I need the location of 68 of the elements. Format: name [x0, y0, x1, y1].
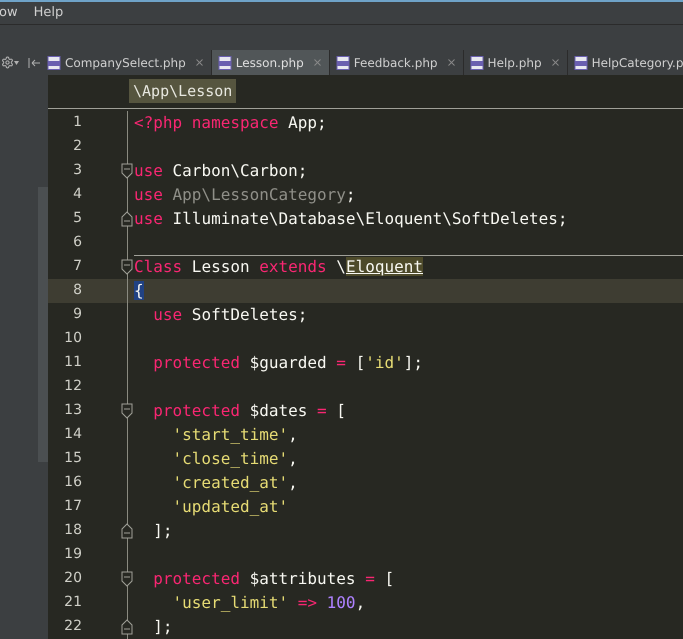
- code-line: 'updated_at': [172, 496, 288, 517]
- editor-tab[interactable]: Lesson.php: [212, 50, 330, 75]
- code-line: protected $guarded = ['id'];: [152, 352, 423, 373]
- line-number: 10: [63, 329, 82, 348]
- code-line: 'user_limit' => 100,: [172, 592, 366, 613]
- line-number: 5: [72, 209, 82, 228]
- line-number: 21: [63, 593, 82, 612]
- line-number: 6: [72, 233, 82, 252]
- php-file-icon: [336, 56, 350, 70]
- php-file-icon: [470, 56, 484, 70]
- menu-item[interactable]: Help: [34, 3, 64, 23]
- php-file-icon: [574, 56, 588, 70]
- code-line: use SoftDeletes;: [152, 304, 308, 325]
- code-line: <?php namespace App;: [134, 112, 327, 133]
- close-icon[interactable]: [446, 57, 457, 68]
- line-number: 18: [63, 521, 82, 540]
- line-number: 22: [63, 617, 82, 636]
- line-number: 12: [63, 377, 82, 396]
- line-number: 3: [72, 161, 82, 180]
- line-number: 16: [63, 473, 82, 492]
- close-icon[interactable]: [550, 57, 561, 68]
- breadcrumb[interactable]: \App\Lesson: [129, 79, 236, 104]
- tab-label: Feedback.php: [354, 54, 438, 72]
- code-line: protected $dates = [: [152, 400, 346, 421]
- tab-label: HelpCategory.p: [592, 54, 683, 72]
- line-number: 13: [63, 401, 82, 420]
- line-number: 2: [72, 137, 82, 156]
- line-number: 4: [72, 185, 82, 204]
- menu-item[interactable]: ow: [0, 3, 18, 23]
- scrollbar-thumb[interactable]: [38, 186, 48, 462]
- close-icon[interactable]: [194, 57, 205, 68]
- line-number: 8: [72, 281, 82, 300]
- line-number: 14: [63, 425, 82, 444]
- line-number: 9: [72, 305, 82, 324]
- tab-label: Lesson.php: [236, 54, 304, 72]
- code-line: 'start_time',: [172, 424, 298, 445]
- code-line: use Illuminate\Database\Eloquent\SoftDeletes;: [134, 208, 568, 229]
- code-line: ];: [152, 616, 173, 637]
- code-line: use Carbon\Carbon;: [134, 160, 308, 181]
- fold-marker-icon[interactable]: [121, 618, 133, 635]
- php-file-icon: [47, 56, 61, 70]
- fold-marker-icon[interactable]: [121, 162, 133, 179]
- tab-label: Help.php: [488, 54, 542, 72]
- line-number: 20: [63, 569, 82, 588]
- fold-marker-icon[interactable]: [121, 570, 133, 587]
- code-line: ];: [152, 520, 173, 541]
- fold-marker-icon[interactable]: [121, 258, 133, 275]
- tab-label: CompanySelect.php: [65, 54, 186, 72]
- editor-tab[interactable]: Feedback.php: [330, 50, 464, 75]
- fold-marker-icon[interactable]: [121, 522, 133, 539]
- line-number: 17: [63, 497, 82, 516]
- code-line: Class Lesson extends \Eloquent: [134, 257, 423, 278]
- collapse-icon[interactable]: [27, 56, 41, 68]
- code-line: 'created_at',: [172, 472, 298, 493]
- code-line: protected $attributes = [: [152, 568, 394, 589]
- line-number: 19: [63, 545, 82, 564]
- code-line: use App\LessonCategory;: [134, 184, 356, 205]
- fold-marker-icon[interactable]: [121, 210, 133, 227]
- line-number: 1: [72, 113, 82, 132]
- settings-icon[interactable]: [1, 56, 19, 69]
- line-number: 11: [63, 353, 82, 372]
- line-number: 15: [63, 449, 82, 468]
- line-number: 7: [72, 257, 82, 276]
- editor-tab[interactable]: Help.php: [464, 50, 568, 75]
- fold-marker-icon[interactable]: [121, 402, 133, 419]
- php-file-icon: [218, 56, 232, 70]
- code-line: 'close_time',: [172, 448, 298, 469]
- editor-tab[interactable]: HelpCategory.p: [568, 50, 683, 75]
